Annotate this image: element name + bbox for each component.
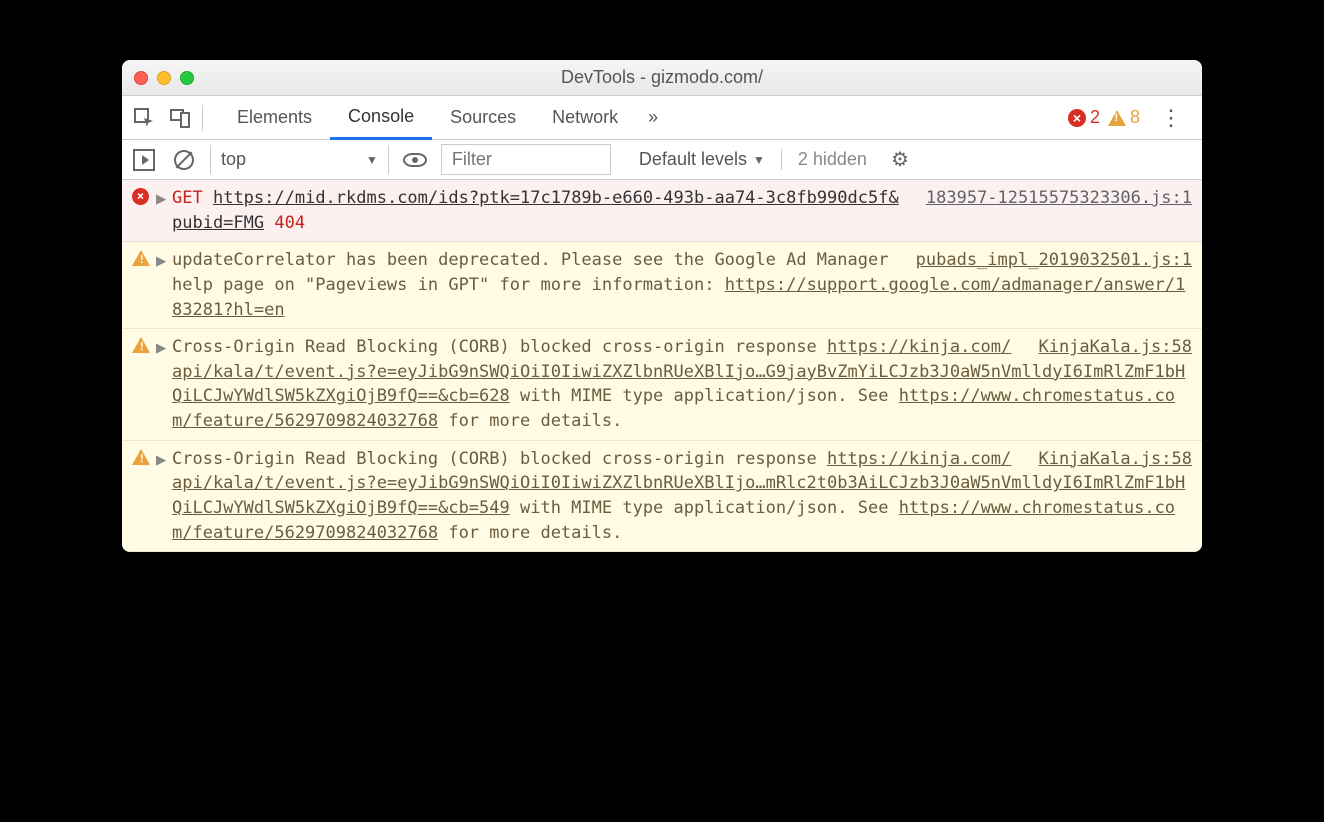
disclosure-triangle-icon[interactable]: ▶ <box>156 447 172 546</box>
tab-elements[interactable]: Elements <box>219 96 330 139</box>
message-text: Cross-Origin Read Blocking (CORB) blocke… <box>172 337 827 357</box>
tab-network[interactable]: Network <box>534 96 636 139</box>
filter-input[interactable] <box>441 144 611 175</box>
chevron-down-icon: ▼ <box>366 153 378 167</box>
devtools-menu-button[interactable]: ⋮ <box>1148 105 1194 131</box>
tab-sources[interactable]: Sources <box>432 96 534 139</box>
message-text: with MIME type application/json. See <box>510 498 899 518</box>
zoom-window-button[interactable] <box>180 71 194 85</box>
inspect-element-icon[interactable] <box>130 104 158 132</box>
warning-icon <box>132 449 150 465</box>
log-levels-selector[interactable]: Default levels ▼ <box>623 149 782 170</box>
status-code: 404 <box>274 213 305 233</box>
more-tabs-button[interactable]: » <box>636 107 670 128</box>
titlebar: DevTools - gizmodo.com/ <box>122 60 1202 96</box>
clear-console-button[interactable] <box>170 146 198 174</box>
error-icon: × <box>132 188 149 205</box>
live-expression-button[interactable] <box>401 146 429 174</box>
warning-icon <box>132 337 150 353</box>
error-icon: × <box>1068 109 1086 127</box>
traffic-lights <box>134 71 194 85</box>
message-source-link[interactable]: KinjaKala.js:58 <box>1038 335 1192 360</box>
message-text: Cross-Origin Read Blocking (CORB) blocke… <box>172 449 827 469</box>
window-title: DevTools - gizmodo.com/ <box>561 67 763 88</box>
error-count[interactable]: × 2 <box>1068 107 1100 128</box>
hidden-messages-label[interactable]: 2 hidden <box>794 149 871 170</box>
show-console-sidebar-button[interactable] <box>130 146 158 174</box>
warning-count[interactable]: 8 <box>1108 107 1140 128</box>
panel-tabs: Elements Console Sources Network » <box>219 96 670 139</box>
disclosure-triangle-icon[interactable]: ▶ <box>156 186 172 235</box>
console-messages: × ▶ 183957-12515575323306.js:1 GET https… <box>122 180 1202 552</box>
message-source-link[interactable]: 183957-12515575323306.js:1 <box>926 186 1192 211</box>
disclosure-triangle-icon[interactable]: ▶ <box>156 248 172 322</box>
minimize-window-button[interactable] <box>157 71 171 85</box>
console-toolbar: top ▼ Default levels ▼ 2 hidden ⚙ <box>122 140 1202 180</box>
devtools-tabbar: Elements Console Sources Network » × 2 8… <box>122 96 1202 140</box>
devtools-window: DevTools - gizmodo.com/ Elements Console… <box>122 60 1202 552</box>
tab-console[interactable]: Console <box>330 97 432 140</box>
console-settings-button[interactable]: ⚙ <box>883 147 917 172</box>
message-text: with MIME type application/json. See <box>510 386 899 406</box>
console-message-warning[interactable]: ▶ pubads_impl_2019032501.js:1 updateCorr… <box>122 242 1202 329</box>
console-message-error[interactable]: × ▶ 183957-12515575323306.js:1 GET https… <box>122 180 1202 242</box>
context-label: top <box>221 149 246 170</box>
context-selector[interactable]: top ▼ <box>210 145 389 174</box>
message-text: for more details. <box>438 411 622 431</box>
message-source-link[interactable]: pubads_impl_2019032501.js:1 <box>916 248 1192 273</box>
warning-icon <box>132 250 150 266</box>
console-message-warning[interactable]: ▶ KinjaKala.js:58 Cross-Origin Read Bloc… <box>122 441 1202 553</box>
disclosure-triangle-icon[interactable]: ▶ <box>156 335 172 434</box>
message-source-link[interactable]: KinjaKala.js:58 <box>1038 447 1192 472</box>
chevron-down-icon: ▼ <box>753 153 765 167</box>
close-window-button[interactable] <box>134 71 148 85</box>
message-text: for more details. <box>438 523 622 543</box>
warning-icon <box>1108 110 1126 126</box>
console-message-warning[interactable]: ▶ KinjaKala.js:58 Cross-Origin Read Bloc… <box>122 329 1202 441</box>
device-toolbar-icon[interactable] <box>166 104 194 132</box>
http-method: GET <box>172 188 203 208</box>
